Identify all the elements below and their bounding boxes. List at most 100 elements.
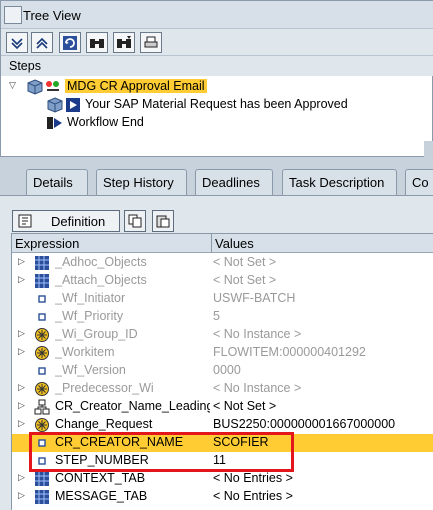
expression-name: _Wf_Initiator xyxy=(55,291,126,305)
workflow-cube-icon xyxy=(27,79,43,95)
steps-label: Steps xyxy=(9,59,41,73)
expand-node-icon[interactable]: ▷ xyxy=(18,383,30,395)
tree-view-panel: Tree View Steps ▽ MDG CR Approval Email … xyxy=(0,0,433,157)
tab-label: Co xyxy=(412,175,429,190)
object-icon xyxy=(34,327,50,343)
refresh-icon[interactable] xyxy=(59,32,81,53)
expression-value: < No Instance > xyxy=(213,381,302,395)
object-icon xyxy=(34,345,50,361)
expand-node-icon[interactable]: ▷ xyxy=(18,257,30,269)
tree-node-label: Your SAP Material Request has been Appro… xyxy=(85,97,348,111)
tab-task-description[interactable]: Task Description xyxy=(282,169,397,195)
definition-button[interactable]: Definition xyxy=(12,210,120,232)
table-row[interactable]: ▷ _Wi_Group_ID < No Instance > xyxy=(12,326,433,344)
table-row[interactable]: ▷ _Predecessor_Wi < No Instance > xyxy=(12,380,433,398)
expression-name: _Wf_Version xyxy=(55,363,126,377)
object-icon xyxy=(34,417,50,433)
tab-deadlines[interactable]: Deadlines xyxy=(195,169,273,195)
tree-view-title: Tree View xyxy=(23,8,81,23)
copy-icon[interactable] xyxy=(124,210,146,232)
expand-node-icon[interactable]: ▷ xyxy=(18,491,30,503)
tree-node-mdg-cr-approval-email[interactable]: ▽ MDG CR Approval Email xyxy=(1,78,431,96)
table-row[interactable]: ▷ MESSAGE_TAB < No Entries > xyxy=(12,488,433,506)
table-row[interactable]: ▷ _Workitem FLOWITEM:000000401292 xyxy=(12,344,433,362)
steps-header: Steps xyxy=(1,56,433,76)
table-row[interactable]: ▷ CR_Creator_Name_Leading < Not Set > xyxy=(12,398,433,416)
tab-label: Task Description xyxy=(289,175,385,190)
table-row[interactable]: _Wf_Priority 5 xyxy=(12,308,433,326)
table-row[interactable]: ▷ CONTEXT_TAB < No Entries > xyxy=(12,470,433,488)
button-label: Definition xyxy=(51,214,106,229)
structure-icon xyxy=(34,399,50,415)
expression-name: _Attach_Objects xyxy=(55,273,147,287)
panel-splitter[interactable] xyxy=(0,157,433,167)
scrollbar[interactable] xyxy=(424,141,433,157)
paste-icon[interactable] xyxy=(152,210,174,232)
panel-grip-icon[interactable] xyxy=(4,6,22,24)
expression-value: < No Entries > xyxy=(213,489,293,503)
find-next-icon[interactable] xyxy=(113,32,135,53)
workflow-end-icon xyxy=(46,115,62,131)
activity-play-icon xyxy=(65,97,81,113)
tree-view-titlebar: Tree View xyxy=(1,1,433,29)
expression-value: < No Instance > xyxy=(213,327,302,341)
expression-name: CONTEXT_TAB xyxy=(55,471,146,485)
expression-value: < Not Set > xyxy=(213,399,277,413)
expand-node-icon[interactable]: ▷ xyxy=(18,419,30,431)
expand-node-icon[interactable]: ▷ xyxy=(18,473,30,485)
expression-name: Change_Request xyxy=(55,417,153,431)
expression-name: MESSAGE_TAB xyxy=(55,489,148,503)
expression-value: BUS2250:000000001667000000 xyxy=(213,417,396,431)
column-divider[interactable] xyxy=(211,234,212,253)
expression-value: USWF-BATCH xyxy=(213,291,296,305)
expression-name: _Wi_Group_ID xyxy=(55,327,138,341)
expression-value: < No Entries > xyxy=(213,471,293,485)
print-icon[interactable] xyxy=(140,32,162,53)
field-icon xyxy=(34,291,50,307)
expression-name: CR_Creator_Name_Leading xyxy=(55,399,210,413)
table-row[interactable]: ▷ _Attach_Objects < Not Set > xyxy=(12,272,433,290)
expression-value: 5 xyxy=(213,309,220,323)
expression-name: _Workitem xyxy=(55,345,115,359)
collapse-node-icon[interactable]: ▽ xyxy=(9,81,21,93)
expand-node-icon[interactable]: ▷ xyxy=(18,347,30,359)
email-step-icon xyxy=(45,79,61,95)
expression-value: < Not Set > xyxy=(213,273,277,287)
expand-node-icon[interactable]: ▷ xyxy=(18,329,30,341)
tab-label: Deadlines xyxy=(202,175,260,190)
table-row[interactable]: ▷ _Adhoc_Objects < Not Set > xyxy=(12,254,433,272)
object-icon xyxy=(34,381,50,397)
expand-node-icon[interactable]: ▷ xyxy=(18,275,30,287)
tab-label: Details xyxy=(33,175,73,190)
tab-step-history[interactable]: Step History xyxy=(96,169,187,195)
tab-strip: Details Step History Deadlines Task Desc… xyxy=(0,167,433,195)
expand-node-icon[interactable]: ▷ xyxy=(18,401,30,413)
tab-details[interactable]: Details xyxy=(26,169,88,195)
annotation-highlight-box xyxy=(29,432,294,472)
find-icon[interactable] xyxy=(86,32,108,53)
definition-icon xyxy=(18,214,32,228)
table-icon xyxy=(34,471,50,487)
tree-node-label: Workflow End xyxy=(67,115,144,129)
table-icon xyxy=(34,273,50,289)
table-row[interactable]: _Wf_Version 0000 xyxy=(12,362,433,380)
expression-name: _Wf_Priority xyxy=(55,309,124,323)
collapse-all-icon[interactable] xyxy=(31,32,53,53)
field-icon xyxy=(34,309,50,325)
column-header-expression[interactable]: Expression xyxy=(15,236,79,251)
expression-value: 0000 xyxy=(213,363,241,377)
table-row[interactable]: _Wf_Initiator USWF-BATCH xyxy=(12,290,433,308)
tab-container[interactable]: Co xyxy=(405,169,433,195)
tree-node-approved-message[interactable]: Your SAP Material Request has been Appro… xyxy=(1,96,431,114)
field-icon xyxy=(34,363,50,379)
table-icon xyxy=(34,255,50,271)
tree-node-label: MDG CR Approval Email xyxy=(65,79,207,93)
tree-node-workflow-end[interactable]: Workflow End xyxy=(1,114,431,132)
table-header: Expression Values xyxy=(12,234,433,253)
column-header-values[interactable]: Values xyxy=(215,236,254,251)
expression-name: _Predecessor_Wi xyxy=(55,381,154,395)
workflow-cube-icon xyxy=(47,97,63,113)
expression-value: FLOWITEM:000000401292 xyxy=(213,345,366,359)
expand-all-icon[interactable] xyxy=(6,32,28,53)
tab-label: Step History xyxy=(103,175,174,190)
